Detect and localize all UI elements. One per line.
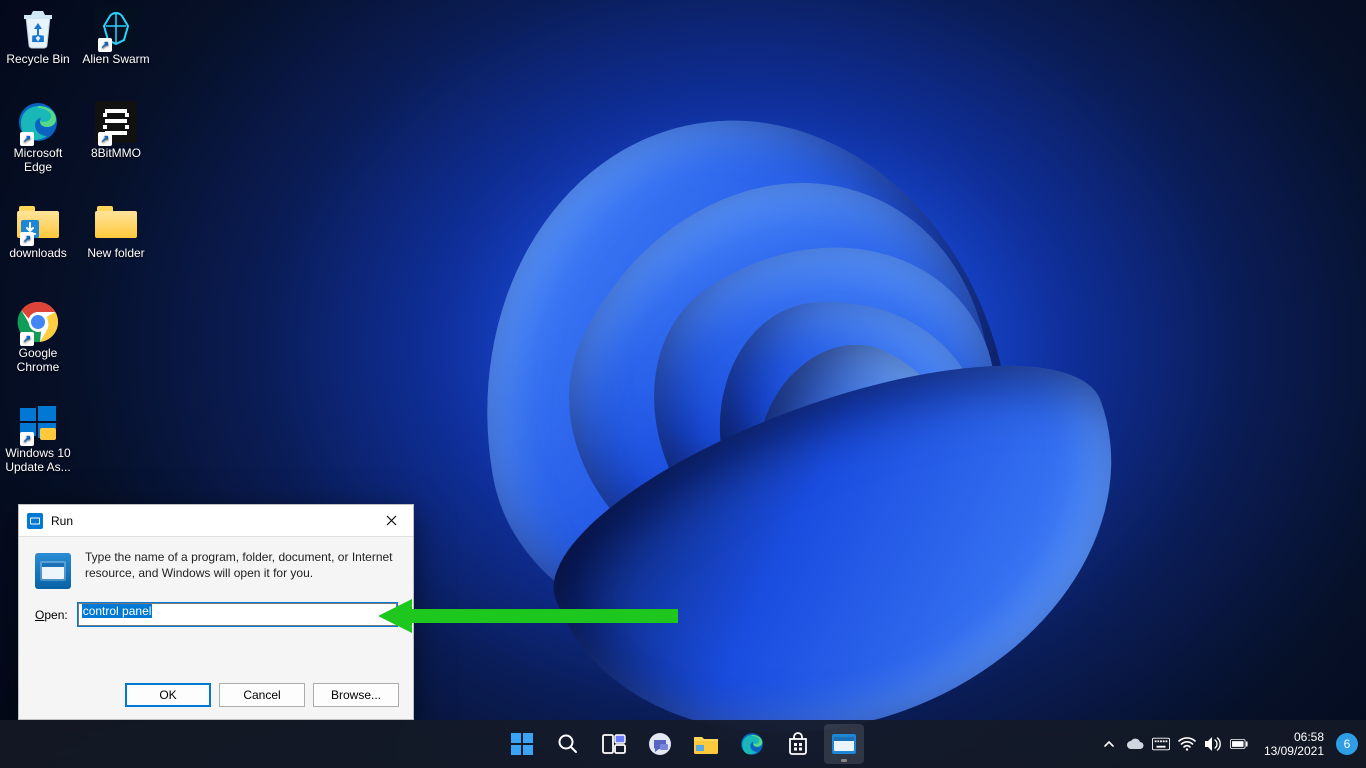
icon-label: Microsoft Edge: [0, 146, 76, 174]
tray-time: 06:58: [1264, 730, 1324, 744]
icon-label: Recycle Bin: [0, 52, 76, 66]
folder-icon: ↗: [16, 200, 60, 244]
shortcut-arrow-icon: ↗: [20, 132, 34, 146]
task-view-icon: [602, 733, 626, 755]
shortcut-arrow-icon: ↗: [98, 132, 112, 146]
alien-swarm-icon: ↗: [94, 6, 138, 50]
recycle-bin-icon: [16, 6, 60, 50]
desktop-icon-new-folder[interactable]: New folder: [78, 200, 154, 260]
cloud-icon: [1126, 738, 1144, 750]
file-explorer-icon: [693, 733, 719, 755]
edge-icon: ↗: [16, 100, 60, 144]
taskbar: 06:58 13/09/2021 6: [0, 720, 1366, 768]
run-command-input[interactable]: control panel: [78, 603, 397, 626]
chat-icon: [648, 732, 672, 756]
tray-wifi[interactable]: [1178, 735, 1196, 753]
chevron-up-icon: [1103, 738, 1115, 750]
store-icon: [786, 732, 810, 756]
taskbar-store[interactable]: [778, 724, 818, 764]
start-button[interactable]: [502, 724, 542, 764]
desktop-icon-recycle-bin[interactable]: Recycle Bin: [0, 6, 76, 66]
tray-volume[interactable]: [1204, 735, 1222, 753]
windows-logo-icon: [510, 732, 534, 756]
ok-button[interactable]: OK: [125, 683, 211, 707]
close-icon: [386, 515, 397, 526]
run-input-value: control panel: [82, 604, 153, 618]
tray-date: 13/09/2021: [1264, 744, 1324, 758]
task-view-button[interactable]: [594, 724, 634, 764]
taskbar-run-dialog[interactable]: [824, 724, 864, 764]
shortcut-arrow-icon: ↗: [20, 332, 34, 346]
8bitmmo-icon: ↗: [94, 100, 138, 144]
close-button[interactable]: [369, 506, 413, 536]
search-button[interactable]: [548, 724, 588, 764]
run-icon: [27, 513, 43, 529]
desktop-icon-8bitmmo[interactable]: ↗ 8BitMMO: [78, 100, 154, 160]
desktop-icon-win10-update[interactable]: ↗ Windows 10 Update As...: [0, 400, 76, 474]
run-dialog-title: Run: [51, 514, 73, 528]
shortcut-arrow-icon: ↗: [20, 432, 34, 446]
tray-language[interactable]: [1152, 735, 1170, 753]
wifi-icon: [1178, 737, 1196, 751]
taskbar-center: [502, 720, 864, 768]
shortcut-arrow-icon: ↗: [98, 38, 112, 52]
desktop-icon-microsoft-edge[interactable]: ↗ Microsoft Edge: [0, 100, 76, 174]
tray-clock[interactable]: 06:58 13/09/2021: [1264, 730, 1324, 758]
taskbar-file-explorer[interactable]: [686, 724, 726, 764]
desktop-icon-downloads[interactable]: ↗ downloads: [0, 200, 76, 260]
battery-icon: [1230, 738, 1248, 750]
run-dialog: Run Type the name of a program, folder, …: [18, 504, 414, 720]
notification-count: 6: [1344, 737, 1351, 751]
tray-battery[interactable]: [1230, 735, 1248, 753]
taskbar-edge[interactable]: [732, 724, 772, 764]
keyboard-icon: [1152, 737, 1170, 751]
shortcut-arrow-icon: ↗: [20, 232, 34, 246]
windows-update-icon: ↗: [16, 400, 60, 444]
icon-label: Windows 10 Update As...: [0, 446, 76, 474]
icon-label: downloads: [0, 246, 76, 260]
tray-notifications[interactable]: 6: [1336, 733, 1358, 755]
chrome-icon: ↗: [16, 300, 60, 344]
icon-label: Google Chrome: [0, 346, 76, 374]
folder-icon: [94, 200, 138, 244]
system-tray: 06:58 13/09/2021 6: [1100, 720, 1358, 768]
edge-icon: [740, 732, 764, 756]
run-icon: [832, 734, 856, 754]
volume-icon: [1204, 736, 1222, 752]
icon-label: New folder: [78, 246, 154, 260]
desktop-icon-google-chrome[interactable]: ↗ Google Chrome: [0, 300, 76, 374]
cancel-button[interactable]: Cancel: [219, 683, 305, 707]
tray-overflow[interactable]: [1100, 735, 1118, 753]
run-program-icon: [35, 553, 71, 589]
run-dialog-titlebar[interactable]: Run: [19, 505, 413, 537]
desktop-icon-alien-swarm[interactable]: ↗ Alien Swarm: [78, 6, 154, 66]
tray-onedrive[interactable]: [1126, 735, 1144, 753]
taskbar-chat[interactable]: [640, 724, 680, 764]
run-dialog-description: Type the name of a program, folder, docu…: [85, 549, 397, 589]
icon-label: Alien Swarm: [78, 52, 154, 66]
icon-label: 8BitMMO: [78, 146, 154, 160]
browse-button[interactable]: Browse...: [313, 683, 399, 707]
open-label: Open:: [35, 608, 68, 622]
search-icon: [557, 733, 579, 755]
